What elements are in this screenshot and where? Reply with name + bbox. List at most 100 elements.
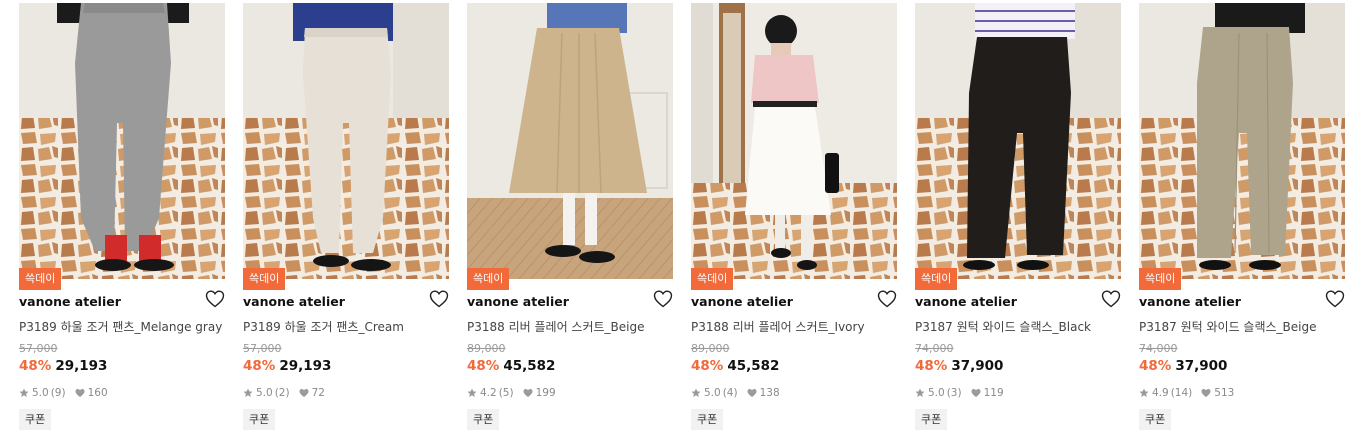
original-price: 57,000 (19, 342, 58, 355)
likes-count: 513 (1214, 387, 1235, 399)
likes-count: 160 (87, 387, 108, 399)
review-count: (2) (274, 387, 290, 399)
rating-value: 5.0 (32, 387, 49, 399)
likes-count: 72 (311, 387, 325, 399)
likes: 199 (523, 387, 556, 399)
product-name[interactable]: P3188 리버 플레어 스커트_Beige (467, 318, 645, 335)
price-line: 48% 45,582 (691, 358, 779, 374)
product-meta: 4.2 (5) 199 (467, 387, 556, 399)
discount-rate: 48% (467, 358, 500, 374)
discount-rate: 48% (691, 358, 724, 374)
product-name[interactable]: P3187 원턱 와이드 슬랙스_Black (915, 318, 1091, 335)
heart-icon[interactable] (877, 290, 897, 308)
brand-name[interactable]: vanone atelier (1139, 294, 1241, 309)
product-meta: 5.0 (9) 160 (19, 387, 108, 399)
product-photo-ivory-skirt[interactable] (691, 3, 897, 279)
price-line: 48% 37,900 (1139, 358, 1227, 374)
product-photo-beige-skirt[interactable] (467, 3, 673, 279)
likes: 513 (1201, 387, 1234, 399)
rating-value: 4.9 (1152, 387, 1169, 399)
likes: 160 (75, 387, 108, 399)
product-photo-gray-joggers[interactable] (19, 3, 225, 279)
likes-count: 199 (535, 387, 556, 399)
heart-filled-icon (747, 389, 757, 397)
product-card[interactable]: 쓱데이 vanone atelier P3187 원턱 와이드 슬랙스_Beig… (1139, 0, 1345, 440)
price-line: 48% 45,582 (467, 358, 555, 374)
heart-icon[interactable] (429, 290, 449, 308)
brand-name[interactable]: vanone atelier (915, 294, 1017, 309)
likes: 138 (747, 387, 780, 399)
price-line: 48% 29,193 (19, 358, 107, 374)
discount-rate: 48% (19, 358, 52, 374)
sale-price: 37,900 (951, 358, 1004, 374)
sale-badge: 쓱데이 (691, 268, 734, 290)
sale-price: 45,582 (727, 358, 780, 374)
original-price: 89,000 (691, 342, 730, 355)
product-name[interactable]: P3189 하울 조거 팬츠_Melange gray (19, 318, 222, 335)
product-photo-black-slacks[interactable] (915, 3, 1121, 279)
heart-icon[interactable] (1325, 290, 1345, 308)
star-icon (915, 388, 925, 397)
product-card[interactable]: 쓱데이 vanone atelier P3189 하울 조거 팬츠_Cream … (243, 0, 449, 440)
review-count: (4) (722, 387, 738, 399)
sale-badge: 쓱데이 (467, 268, 510, 290)
price-line: 48% 37,900 (915, 358, 1003, 374)
discount-rate: 48% (915, 358, 948, 374)
product-photo-cream-joggers[interactable] (243, 3, 449, 279)
star-icon (1139, 388, 1149, 397)
discount-rate: 48% (1139, 358, 1172, 374)
sale-price: 45,582 (503, 358, 556, 374)
original-price: 74,000 (1139, 342, 1178, 355)
rating-value: 5.0 (704, 387, 721, 399)
star-icon (467, 388, 477, 397)
product-card[interactable]: 쓱데이 vanone atelier P3187 원턱 와이드 슬랙스_Blac… (915, 0, 1121, 440)
discount-rate: 48% (243, 358, 276, 374)
product-meta: 5.0 (2) 72 (243, 387, 325, 399)
sale-price: 37,900 (1175, 358, 1228, 374)
star-icon (19, 388, 29, 397)
heart-filled-icon (75, 389, 85, 397)
likes-count: 119 (983, 387, 1004, 399)
brand-name[interactable]: vanone atelier (691, 294, 793, 309)
product-photo-beige-slacks[interactable] (1139, 3, 1345, 279)
coupon-tag: 쿠폰 (691, 409, 724, 430)
coupon-tag: 쿠폰 (19, 409, 52, 430)
brand-name[interactable]: vanone atelier (19, 294, 121, 309)
review-count: (9) (50, 387, 66, 399)
product-name[interactable]: P3187 원턱 와이드 슬랙스_Beige (1139, 318, 1317, 335)
original-price: 89,000 (467, 342, 506, 355)
heart-icon[interactable] (1101, 290, 1121, 308)
product-name[interactable]: P3188 리버 플레어 스커트_Ivory (691, 318, 865, 335)
heart-filled-icon (523, 389, 533, 397)
coupon-tag: 쿠폰 (467, 409, 500, 430)
product-meta: 5.0 (4) 138 (691, 387, 780, 399)
product-card[interactable]: 쓱데이 vanone atelier P3188 리버 플레어 스커트_Beig… (467, 0, 673, 440)
heart-filled-icon (971, 389, 981, 397)
product-name[interactable]: P3189 하울 조거 팬츠_Cream (243, 318, 404, 335)
coupon-tag: 쿠폰 (243, 409, 276, 430)
product-meta: 4.9 (14) 513 (1139, 387, 1234, 399)
heart-icon[interactable] (653, 290, 673, 308)
product-meta: 5.0 (3) 119 (915, 387, 1004, 399)
sale-badge: 쓱데이 (1139, 268, 1182, 290)
product-card[interactable]: 쓱데이 vanone atelier P3188 리버 플레어 스커트_Ivor… (691, 0, 897, 440)
sale-badge: 쓱데이 (243, 268, 286, 290)
coupon-tag: 쿠폰 (1139, 409, 1172, 430)
original-price: 74,000 (915, 342, 954, 355)
star-icon (691, 388, 701, 397)
sale-price: 29,193 (279, 358, 332, 374)
likes: 72 (299, 387, 325, 399)
brand-name[interactable]: vanone atelier (467, 294, 569, 309)
original-price: 57,000 (243, 342, 282, 355)
price-line: 48% 29,193 (243, 358, 331, 374)
likes-count: 138 (759, 387, 780, 399)
rating-value: 5.0 (256, 387, 273, 399)
review-count: (5) (498, 387, 514, 399)
brand-name[interactable]: vanone atelier (243, 294, 345, 309)
product-card[interactable]: 쓱데이 vanone atelier P3189 하울 조거 팬츠_Melang… (19, 0, 225, 440)
sale-badge: 쓱데이 (19, 268, 62, 290)
sale-badge: 쓱데이 (915, 268, 958, 290)
heart-icon[interactable] (205, 290, 225, 308)
review-count: (14) (1170, 387, 1193, 399)
rating-value: 4.2 (480, 387, 497, 399)
